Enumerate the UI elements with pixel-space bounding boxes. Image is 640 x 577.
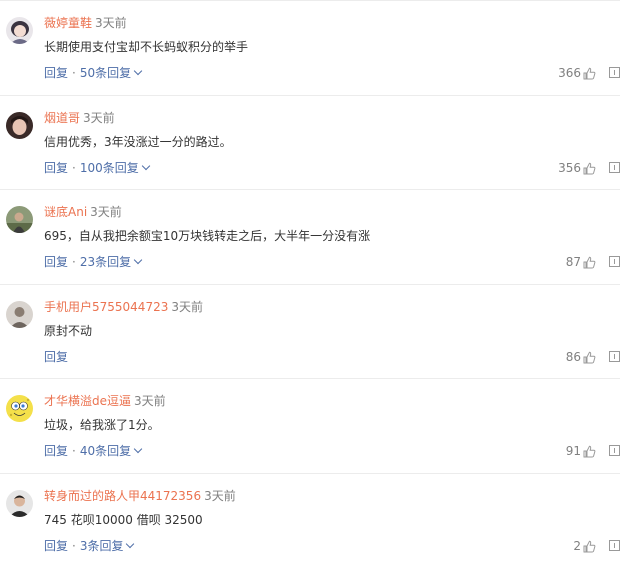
comment-actions: 回复 · 23条回复 — [44, 254, 143, 270]
like-button[interactable]: 366 — [558, 65, 596, 81]
username-link[interactable]: 烟道哥 — [44, 111, 80, 125]
comment-text: 745 花呗10000 借呗 32500 — [44, 512, 203, 527]
reply-button[interactable]: 回复 — [44, 66, 68, 80]
outdoor-photo-avatar-icon — [6, 206, 33, 234]
comment-time: 3天前 — [171, 299, 203, 314]
comment-actions: 回复 · 3条回复 — [44, 538, 135, 554]
comment-meta: 谜底Ani 3天前 — [44, 204, 122, 220]
user-avatar[interactable] — [6, 395, 33, 423]
like-button[interactable]: 86 — [566, 349, 596, 365]
comment-time: 3天前 — [83, 110, 115, 125]
username-link[interactable]: 谜底Ani — [44, 205, 87, 219]
comment-time: 3天前 — [90, 205, 122, 220]
comment-text: 信用优秀，3年没涨过一分的路过。 — [44, 134, 232, 149]
report-icon[interactable] — [609, 445, 620, 457]
report-icon[interactable] — [609, 161, 620, 173]
like-button[interactable]: 91 — [566, 443, 596, 459]
separator-dot: · — [72, 160, 76, 175]
view-replies-button[interactable]: 40条回复 — [79, 444, 143, 459]
report-icon[interactable] — [609, 256, 620, 268]
thumbs-up-icon — [583, 67, 596, 80]
separator-dot: · — [72, 255, 76, 270]
comment-text: 695，自从我把余额宝10万块钱转走之后，大半年一分没有涨 — [44, 229, 371, 244]
comment-item: 烟道哥 3天前 信用优秀，3年没涨过一分的路过。 回复 · 100条回复 356 — [0, 94, 620, 190]
comment-actions: 回复 · 40条回复 — [44, 443, 143, 459]
thumbs-up-icon — [583, 540, 596, 553]
girl-illustration-avatar-icon — [6, 17, 33, 44]
like-count: 86 — [565, 349, 581, 364]
separator-dot: · — [72, 444, 76, 459]
like-count: 87 — [565, 255, 581, 270]
comment-meta: 转身而过的路人甲44172356 3天前 — [44, 488, 236, 504]
user-avatar[interactable] — [6, 206, 33, 234]
comment-actions: 回复 — [44, 349, 68, 365]
thumbs-up-icon — [583, 446, 596, 458]
reply-button[interactable]: 回复 — [44, 255, 68, 269]
spongebob-avatar-icon — [6, 395, 33, 423]
comment-time: 3天前 — [204, 488, 236, 503]
chevron-down-icon — [126, 539, 135, 549]
replies-count: 3条回复 — [79, 538, 124, 553]
user-avatar[interactable] — [6, 17, 33, 44]
comment-time: 3天前 — [134, 394, 166, 409]
comment-meta: 烟道哥 3天前 — [44, 110, 115, 126]
user-avatar[interactable] — [6, 300, 33, 328]
man-photo-avatar-icon — [6, 489, 33, 517]
user-avatar[interactable] — [6, 489, 33, 517]
comment-time: 3天前 — [95, 16, 127, 30]
girl-photo-avatar-icon — [6, 111, 33, 139]
comment-text: 垃圾，给我涨了1分。 — [44, 418, 160, 433]
view-replies-button[interactable]: 50条回复 — [79, 66, 143, 80]
comment-item: 薇婷童鞋 3天前 长期使用支付宝却不长蚂蚁积分的举手 回复 · 50条回复 366 — [0, 0, 620, 95]
like-count: 366 — [558, 66, 581, 80]
reply-button[interactable]: 回复 — [44, 444, 68, 458]
view-replies-button[interactable]: 23条回复 — [79, 255, 143, 270]
separator-dot: · — [72, 66, 76, 80]
thumbs-up-icon — [583, 162, 596, 175]
username-link[interactable]: 手机用户5755044723 — [44, 300, 168, 314]
like-count: 91 — [565, 444, 581, 459]
default-user-avatar-icon — [6, 300, 33, 328]
chevron-down-icon — [133, 66, 143, 76]
comment-meta: 才华横溢de逗逼 3天前 — [44, 393, 166, 409]
reply-button[interactable]: 回复 — [44, 161, 68, 175]
like-button[interactable]: 87 — [566, 254, 596, 270]
replies-count: 100条回复 — [79, 160, 139, 175]
reply-button[interactable]: 回复 — [44, 350, 68, 364]
separator-dot: · — [72, 538, 76, 553]
comment-text: 长期使用支付宝却不长蚂蚁积分的举手 — [44, 40, 249, 54]
thumbs-up-icon — [583, 256, 596, 269]
report-icon[interactable] — [609, 539, 620, 551]
like-button[interactable]: 2 — [573, 538, 596, 554]
comment-item: 谜底Ani 3天前 695，自从我把余额宝10万块钱转走之后，大半年一分没有涨 回… — [0, 189, 620, 284]
comment-meta: 手机用户5755044723 3天前 — [44, 299, 203, 315]
replies-count: 50条回复 — [79, 66, 132, 80]
comment-text: 原封不动 — [44, 323, 93, 338]
report-icon[interactable] — [609, 350, 620, 362]
comment-item: 手机用户5755044723 3天前 原封不动 回复 86 — [0, 283, 620, 379]
chevron-down-icon — [133, 445, 143, 454]
comment-actions: 回复 · 100条回复 — [44, 160, 150, 176]
report-icon[interactable] — [609, 67, 620, 78]
like-count: 2 — [573, 538, 581, 553]
username-link[interactable]: 转身而过的路人甲44172356 — [44, 489, 201, 503]
like-button[interactable]: 356 — [558, 160, 596, 176]
replies-count: 40条回复 — [79, 444, 132, 459]
comment-meta: 薇婷童鞋 3天前 — [44, 15, 127, 31]
view-replies-button[interactable]: 3条回复 — [79, 538, 135, 553]
view-replies-button[interactable]: 100条回复 — [79, 160, 150, 175]
like-count: 356 — [558, 160, 581, 175]
username-link[interactable]: 薇婷童鞋 — [44, 16, 92, 30]
reply-button[interactable]: 回复 — [44, 539, 68, 553]
replies-count: 23条回复 — [79, 255, 132, 270]
thumbs-up-icon — [583, 351, 596, 364]
username-link[interactable]: 才华横溢de逗逼 — [44, 394, 131, 408]
comment-list: 薇婷童鞋 3天前 长期使用支付宝却不长蚂蚁积分的举手 回复 · 50条回复 366 烟… — [0, 0, 620, 568]
chevron-down-icon — [141, 161, 150, 170]
comment-actions: 回复 · 50条回复 — [44, 65, 143, 81]
comment-item: 才华横溢de逗逼 3天前 垃圾，给我涨了1分。 回复 · 40条回复 91 — [0, 378, 620, 473]
comment-item: 转身而过的路人甲44172356 3天前 745 花呗10000 借呗 32500… — [0, 472, 620, 568]
chevron-down-icon — [133, 255, 143, 265]
user-avatar[interactable] — [6, 111, 33, 139]
